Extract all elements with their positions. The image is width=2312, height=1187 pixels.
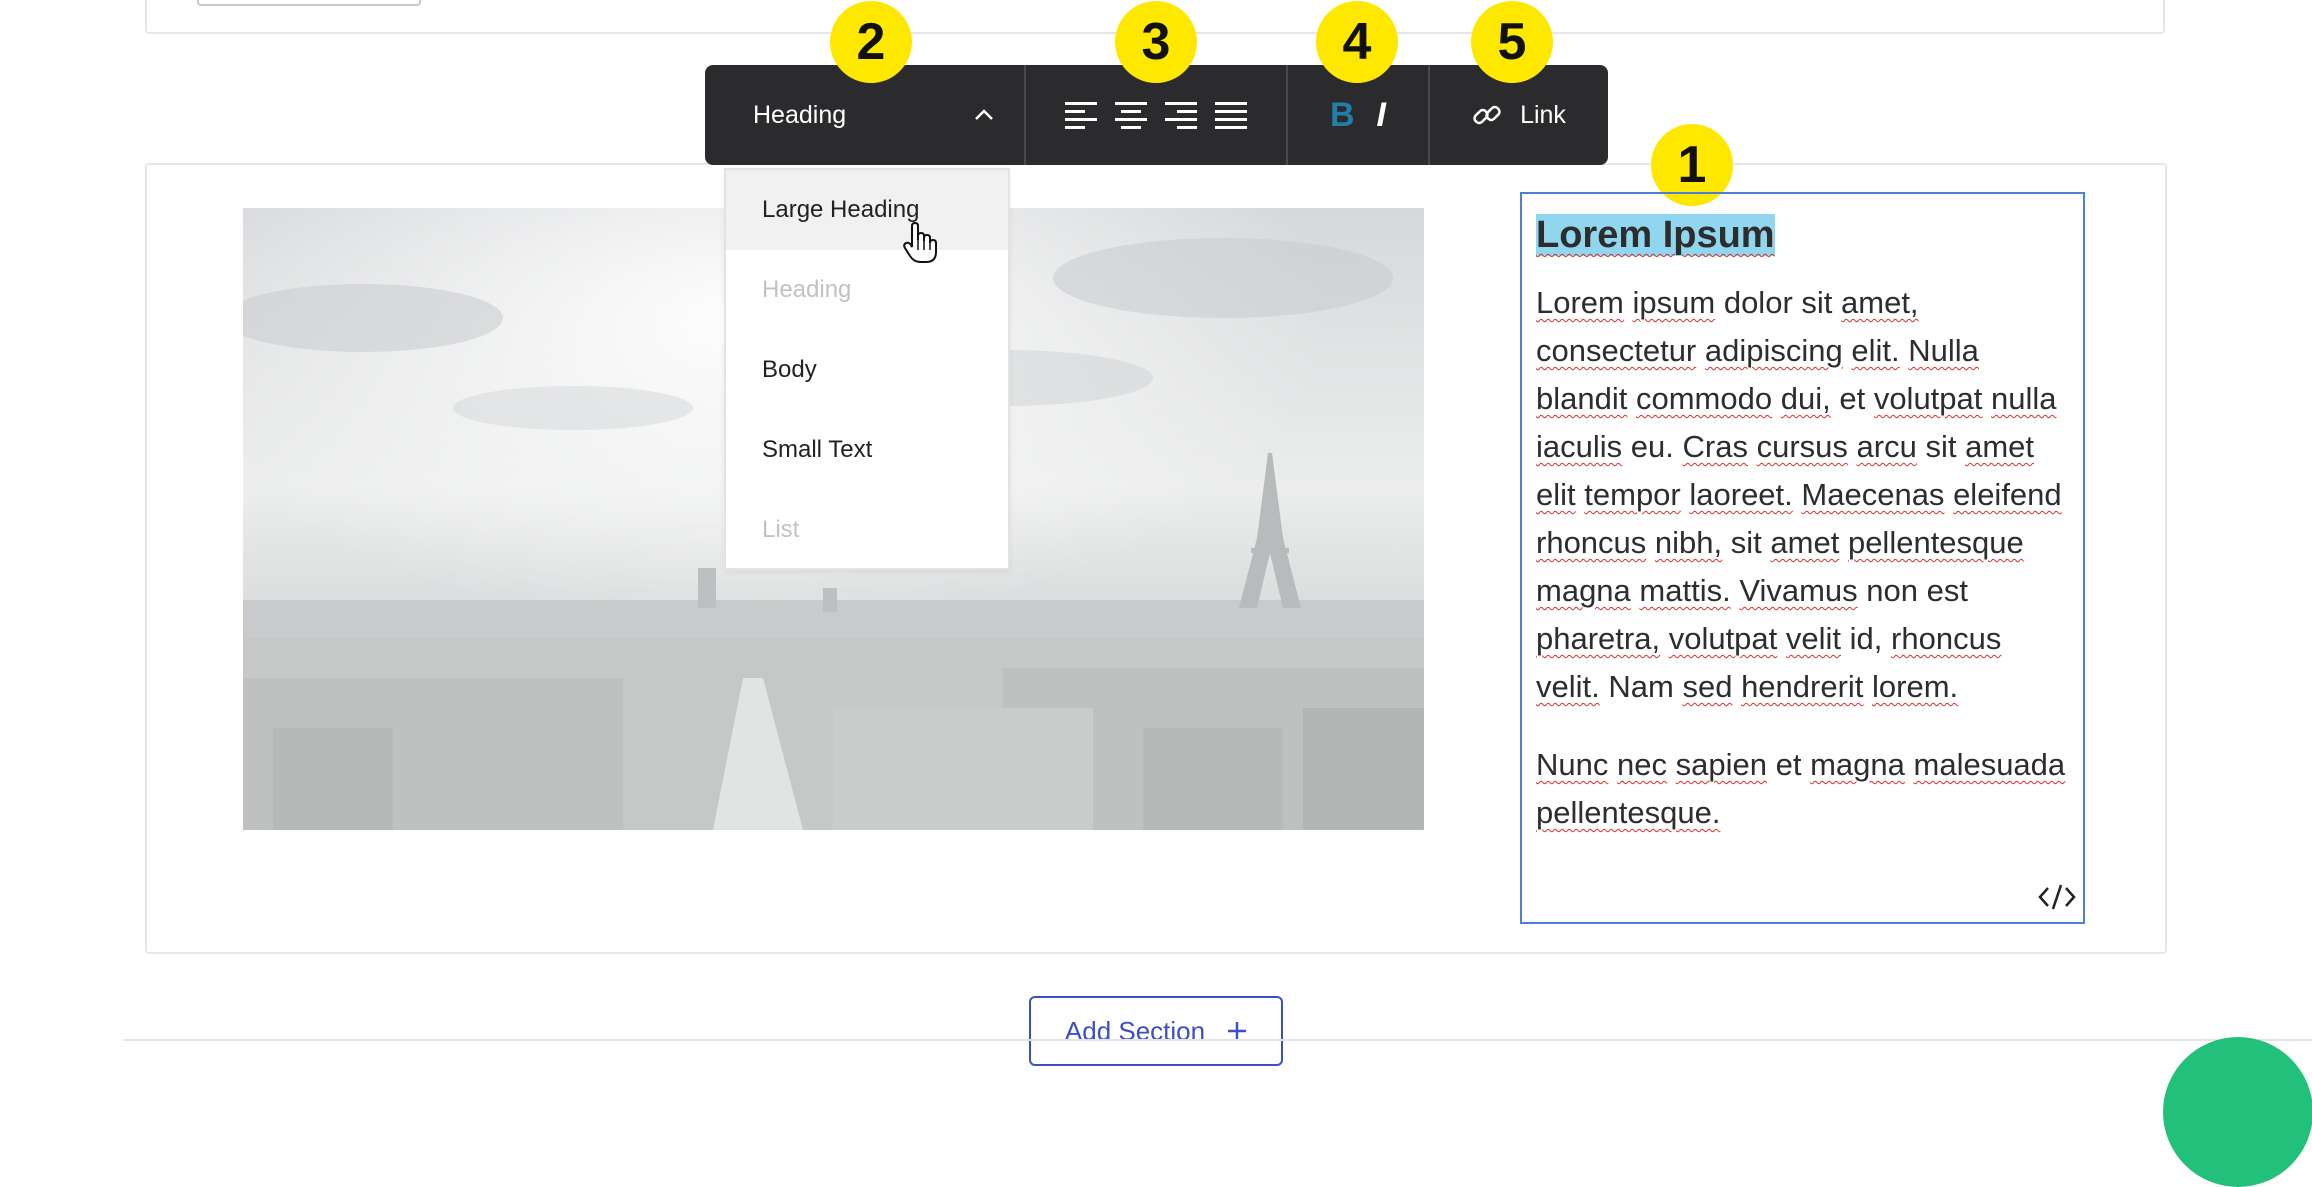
- option-small-text[interactable]: Small Text: [726, 410, 1008, 490]
- previous-section-button[interactable]: [197, 0, 421, 6]
- selected-heading[interactable]: Lorem Ipsum: [1536, 214, 1775, 256]
- code-embed-icon[interactable]: [2037, 882, 2077, 912]
- bold-button[interactable]: B: [1330, 96, 1355, 135]
- link-icon: [1472, 100, 1502, 130]
- help-chat-button[interactable]: [2163, 1037, 2312, 1187]
- option-body[interactable]: Body: [726, 330, 1008, 410]
- hand-cursor-icon: [903, 221, 937, 269]
- align-justify-icon[interactable]: [1215, 101, 1247, 129]
- marker-2: 2: [830, 1, 912, 83]
- option-heading: Heading: [762, 276, 852, 303]
- page-divider: [123, 1039, 2312, 1041]
- option-list: List: [762, 516, 800, 543]
- align-left-icon[interactable]: [1065, 101, 1097, 129]
- plus-icon: [1227, 1021, 1247, 1041]
- marker-3: 3: [1115, 1, 1197, 83]
- text-style-value: Heading: [753, 100, 847, 129]
- text-block[interactable]: Lorem Ipsum Lorem ipsum dolor sit amet, …: [1520, 192, 2085, 924]
- body-paragraph-1[interactable]: Lorem ipsum dolor sit amet, consectetur …: [1536, 279, 2069, 711]
- align-center-icon[interactable]: [1115, 101, 1147, 129]
- marker-5: 5: [1471, 1, 1553, 83]
- marker-4: 4: [1316, 1, 1398, 83]
- add-section-button[interactable]: Add Section: [1029, 996, 1283, 1066]
- link-label: Link: [1520, 100, 1566, 129]
- italic-button[interactable]: I: [1377, 96, 1386, 135]
- add-section-label: Add Section: [1064, 1015, 1206, 1046]
- body-paragraph-2[interactable]: Nunc nec sapien et magna malesuada pelle…: [1536, 741, 2069, 837]
- align-right-icon[interactable]: [1165, 101, 1197, 129]
- option-large-heading[interactable]: Large Heading: [726, 170, 1008, 250]
- chevron-up-icon: [974, 109, 994, 121]
- text-style-dropdown: Large Heading Heading Body Small Text Li…: [724, 168, 1010, 570]
